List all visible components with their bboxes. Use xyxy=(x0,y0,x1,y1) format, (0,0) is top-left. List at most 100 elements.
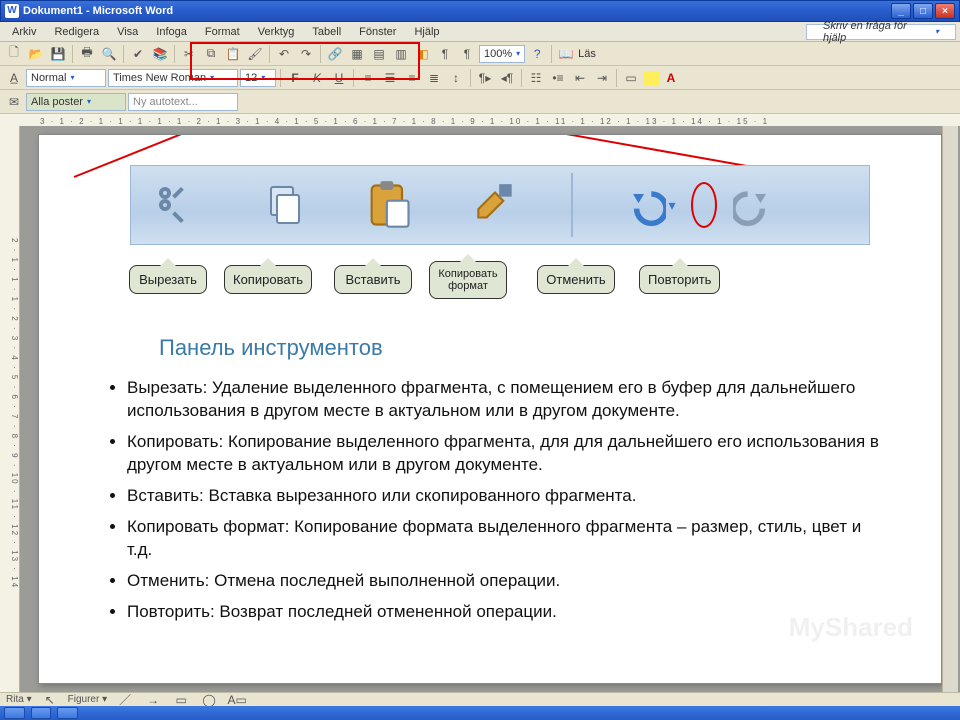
new-doc-icon[interactable]: 🗋 xyxy=(4,44,24,64)
align-right-icon[interactable]: ≡ xyxy=(402,68,422,88)
undo-icon[interactable]: ↶ xyxy=(274,44,294,64)
format-painter-icon[interactable]: 🖌 xyxy=(245,44,265,64)
show-marks-icon[interactable]: ¶ xyxy=(457,44,477,64)
list-item-text: Вставить: Вставка вырезанного или скопир… xyxy=(127,486,636,505)
rtl-icon[interactable]: ◂¶ xyxy=(497,68,517,88)
open-icon[interactable]: 📂 xyxy=(26,44,46,64)
font-size-dropdown[interactable]: 12 ▾ xyxy=(240,69,276,87)
description-list: Вырезать: Удаление выделенного фрагмента… xyxy=(99,377,891,623)
help-placeholder: Skriv en fråga för hjälp xyxy=(815,18,927,46)
chevron-down-icon: ▾ xyxy=(70,73,74,82)
vertical-ruler: 2 · 1 · 1 · 1 · 2 · 3 · 4 · 5 · 6 · 7 · … xyxy=(0,126,20,692)
font-size-value: 12 xyxy=(245,72,257,84)
window-title: Dokument1 - Microsoft Word xyxy=(23,5,173,17)
chevron-down-icon: ▾ xyxy=(87,97,91,106)
formatting-toolbar: A̲ Normal ▾ Times New Roman ▾ 12 ▾ F K U… xyxy=(0,66,960,90)
help-search-input[interactable]: Skriv en fråga för hjälp ▾ xyxy=(806,24,956,40)
document-page: ▾ Вырезать Копировать Вставить Копироват… xyxy=(38,134,942,684)
draw-label: Rita xyxy=(6,694,24,705)
save-icon[interactable]: 💾 xyxy=(48,44,68,64)
font-color-icon[interactable]: A xyxy=(661,68,681,88)
posts-dropdown[interactable]: Alla poster ▾ xyxy=(26,93,126,111)
excel-icon[interactable]: ▤ xyxy=(369,44,389,64)
ltr-icon[interactable]: ¶▸ xyxy=(475,68,495,88)
menu-infoga[interactable]: Infoga xyxy=(148,24,195,40)
highlight-icon[interactable] xyxy=(643,71,659,85)
columns-icon[interactable]: ▥ xyxy=(391,44,411,64)
align-center-icon[interactable]: ☰ xyxy=(380,68,400,88)
callout-copy-label: Копировать xyxy=(233,272,303,287)
shapes-menu[interactable]: Figurer ▾ xyxy=(68,694,108,705)
callout-redo-label: Повторить xyxy=(648,272,711,287)
callout-paste-label: Вставить xyxy=(345,272,400,287)
autotext-button[interactable]: Ny autotext... xyxy=(128,93,238,111)
research-icon[interactable]: 📚 xyxy=(150,44,170,64)
underline-icon[interactable]: U xyxy=(329,68,349,88)
list-item: Вставить: Вставка вырезанного или скопир… xyxy=(127,485,891,508)
menu-fonster[interactable]: Fönster xyxy=(351,24,404,40)
font-dropdown[interactable]: Times New Roman ▾ xyxy=(108,69,238,87)
taskbar-item[interactable] xyxy=(31,707,52,719)
vertical-scrollbar[interactable] xyxy=(942,126,958,692)
menu-hjalp[interactable]: Hjälp xyxy=(406,24,447,40)
zoom-cut-icon xyxy=(147,175,207,235)
menu-visa[interactable]: Visa xyxy=(109,24,146,40)
taskbar-item[interactable] xyxy=(4,707,25,719)
ruler-marks: 3 · 1 · 2 · 1 · 1 · 1 · 1 · 1 · 2 · 1 · … xyxy=(40,117,769,126)
bold-icon[interactable]: F xyxy=(285,68,305,88)
taskbar-item[interactable] xyxy=(57,707,78,719)
inc-indent-icon[interactable]: ⇥ xyxy=(592,68,612,88)
print-icon[interactable]: 🖶 xyxy=(77,44,97,64)
posts-label: Alla poster xyxy=(31,96,83,108)
menu-verktyg[interactable]: Verktyg xyxy=(250,24,303,40)
print-preview-icon[interactable]: 🔍 xyxy=(99,44,119,64)
menu-arkiv[interactable]: Arkiv xyxy=(4,24,44,40)
borders-icon[interactable]: ▭ xyxy=(621,68,641,88)
line-spacing-icon[interactable]: ↕ xyxy=(446,68,466,88)
style-dropdown[interactable]: Normal ▾ xyxy=(26,69,106,87)
list-item: Копировать: Копирование выделенного фраг… xyxy=(127,431,891,477)
zoom-undo-icon: ▾ xyxy=(619,175,679,235)
hyperlink-icon[interactable]: 🔗 xyxy=(325,44,345,64)
help-icon[interactable]: ? xyxy=(527,44,547,64)
read-mode-icon[interactable]: 📖 xyxy=(556,44,576,64)
chevron-down-icon: ▾ xyxy=(516,49,520,58)
draw-menu[interactable]: Rita ▾ xyxy=(6,694,32,705)
dropdown-caret-icon: ▾ xyxy=(668,197,675,214)
menu-format[interactable]: Format xyxy=(197,24,248,40)
doc-map-icon[interactable]: ¶ xyxy=(435,44,455,64)
paste-icon[interactable]: 📋 xyxy=(223,44,243,64)
drawing-toggle-icon[interactable]: ◧ xyxy=(413,44,433,64)
chevron-down-icon: ▾ xyxy=(210,73,214,82)
italic-icon[interactable]: K xyxy=(307,68,327,88)
copy-icon[interactable]: ⧉ xyxy=(201,44,221,64)
zoom-value: 100% xyxy=(484,48,512,60)
chevron-down-icon: ▾ xyxy=(927,25,947,38)
section-heading-text: Панель инструментов xyxy=(159,335,383,360)
menu-tabell[interactable]: Tabell xyxy=(304,24,349,40)
callout-copy: Копировать xyxy=(224,265,312,294)
list-item: Вырезать: Удаление выделенного фрагмента… xyxy=(127,377,891,423)
list-item-text: Отменить: Отмена последней выполненной о… xyxy=(127,571,560,590)
spellcheck-icon[interactable]: ✔ xyxy=(128,44,148,64)
cut-icon[interactable]: ✂ xyxy=(179,44,199,64)
bulleted-list-icon[interactable]: •≡ xyxy=(548,68,568,88)
numbered-list-icon[interactable]: ☷ xyxy=(526,68,546,88)
close-button[interactable]: × xyxy=(935,3,955,19)
read-mode-label: Läs xyxy=(578,48,596,60)
callout-paste: Вставить xyxy=(334,265,412,294)
envelope-icon[interactable]: ✉ xyxy=(4,92,24,112)
list-item: Повторить: Возврат последней отмененной … xyxy=(127,601,891,624)
list-item: Копировать формат: Копирование формата в… xyxy=(127,516,891,562)
drawing-toolbar: Rita ▾ ↖ Figurer ▾ ／ → ▭ ◯ A▭ xyxy=(0,692,960,706)
document-area: 2 · 1 · 1 · 1 · 2 · 3 · 4 · 5 · 6 · 7 · … xyxy=(0,126,960,692)
font-value: Times New Roman xyxy=(113,72,206,84)
table-icon[interactable]: ▦ xyxy=(347,44,367,64)
dec-indent-icon[interactable]: ⇤ xyxy=(570,68,590,88)
styles-pane-icon[interactable]: A̲ xyxy=(4,68,24,88)
align-left-icon[interactable]: ≡ xyxy=(358,68,378,88)
redo-icon[interactable]: ↷ xyxy=(296,44,316,64)
menu-redigera[interactable]: Redigera xyxy=(46,24,107,40)
zoom-field[interactable]: 100% ▾ xyxy=(479,45,525,63)
justify-icon[interactable]: ≣ xyxy=(424,68,444,88)
